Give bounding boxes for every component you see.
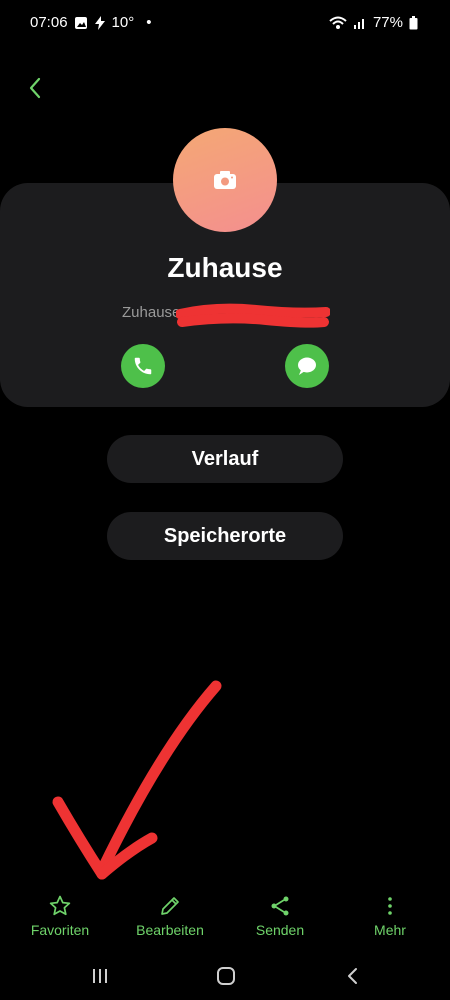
more-vertical-icon (388, 897, 392, 915)
dot-icon: • (146, 14, 152, 31)
status-right: 77% (329, 14, 418, 31)
flash-icon (94, 15, 105, 30)
recent-apps-icon (93, 969, 107, 983)
status-bar: 07:06 10° • 77% (0, 0, 450, 48)
back-chevron-icon (348, 968, 357, 984)
more-button[interactable]: Mehr (340, 888, 440, 938)
chat-bubble-icon (298, 357, 316, 375)
status-temperature: 10° (111, 14, 135, 31)
home-button[interactable] (206, 962, 246, 990)
image-icon (74, 16, 87, 29)
chevron-left-icon (29, 77, 41, 99)
back-button[interactable] (22, 74, 50, 102)
signal-icon (353, 18, 364, 29)
message-button[interactable] (285, 344, 329, 388)
star-icon (49, 895, 71, 916)
share-label: Senden (255, 922, 305, 938)
status-time: 07:06 (30, 14, 68, 31)
phone-icon (134, 357, 152, 375)
share-icon (271, 896, 289, 916)
favorites-label: Favoriten (30, 922, 90, 938)
call-button[interactable] (121, 344, 165, 388)
pencil-icon (161, 897, 179, 915)
history-button-label: Verlauf (191, 447, 259, 470)
camera-icon (214, 171, 236, 189)
edit-button[interactable]: Bearbeiten (120, 888, 220, 938)
battery-icon (409, 15, 418, 29)
system-nav-bar (0, 952, 450, 1000)
favorites-button[interactable]: Favoriten (10, 888, 110, 938)
system-back-button[interactable] (332, 962, 372, 990)
edit-label: Bearbeiten (136, 922, 204, 938)
locations-button-label: Speicherorte (163, 524, 287, 547)
more-label: Mehr (374, 922, 406, 938)
wifi-icon (329, 16, 347, 29)
history-button[interactable]: Verlauf (107, 435, 343, 483)
contact-number: Zuhause (122, 304, 181, 321)
contact-name: Zuhause (167, 252, 283, 283)
home-icon (217, 967, 235, 985)
bottom-action-bar: Favoriten Bearbeiten Senden Mehr (0, 888, 450, 948)
battery-percent: 77% (372, 14, 403, 31)
status-left: 07:06 10° • (30, 14, 152, 31)
share-button[interactable]: Senden (230, 888, 330, 938)
redaction-scribble (176, 303, 330, 328)
recent-apps-button[interactable] (80, 962, 120, 990)
locations-button[interactable]: Speicherorte (107, 512, 343, 560)
contact-avatar[interactable] (173, 128, 277, 232)
annotation-arrow (52, 680, 222, 880)
